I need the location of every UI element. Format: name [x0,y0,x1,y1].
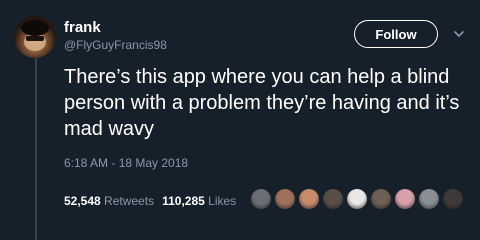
liker-avatar[interactable] [250,188,272,210]
liker-avatar[interactable] [442,188,464,210]
tweet-text: There’s this app where you can help a bl… [64,66,460,140]
liker-avatars[interactable] [250,188,466,210]
tweet-timestamp[interactable]: 6:18 AM - 18 May 2018 [64,156,188,170]
liker-avatar[interactable] [394,188,416,210]
liker-avatar[interactable] [346,188,368,210]
liker-avatar[interactable] [274,188,296,210]
liker-avatar[interactable] [370,188,392,210]
likes-count: 110,285 [162,194,205,208]
liker-avatar[interactable] [418,188,440,210]
avatar-photo [21,20,49,51]
follow-button[interactable]: Follow [354,20,438,48]
likes-stat[interactable]: 110,285 Likes [162,194,236,208]
display-name[interactable]: frank [64,19,101,36]
chevron-down-icon[interactable] [452,28,466,40]
retweets-stat[interactable]: 52,548 Retweets [64,194,154,208]
retweets-count: 52,548 [64,194,101,208]
avatar[interactable] [14,16,56,58]
thread-line [35,58,37,240]
liker-avatar[interactable] [298,188,320,210]
likes-label: Likes [208,194,237,208]
tweet-stats: 52,548 Retweets 110,285 Likes [64,194,236,208]
user-handle[interactable]: @FlyGuyFrancis98 [64,38,167,52]
retweets-label: Retweets [104,194,155,208]
liker-avatar[interactable] [322,188,344,210]
